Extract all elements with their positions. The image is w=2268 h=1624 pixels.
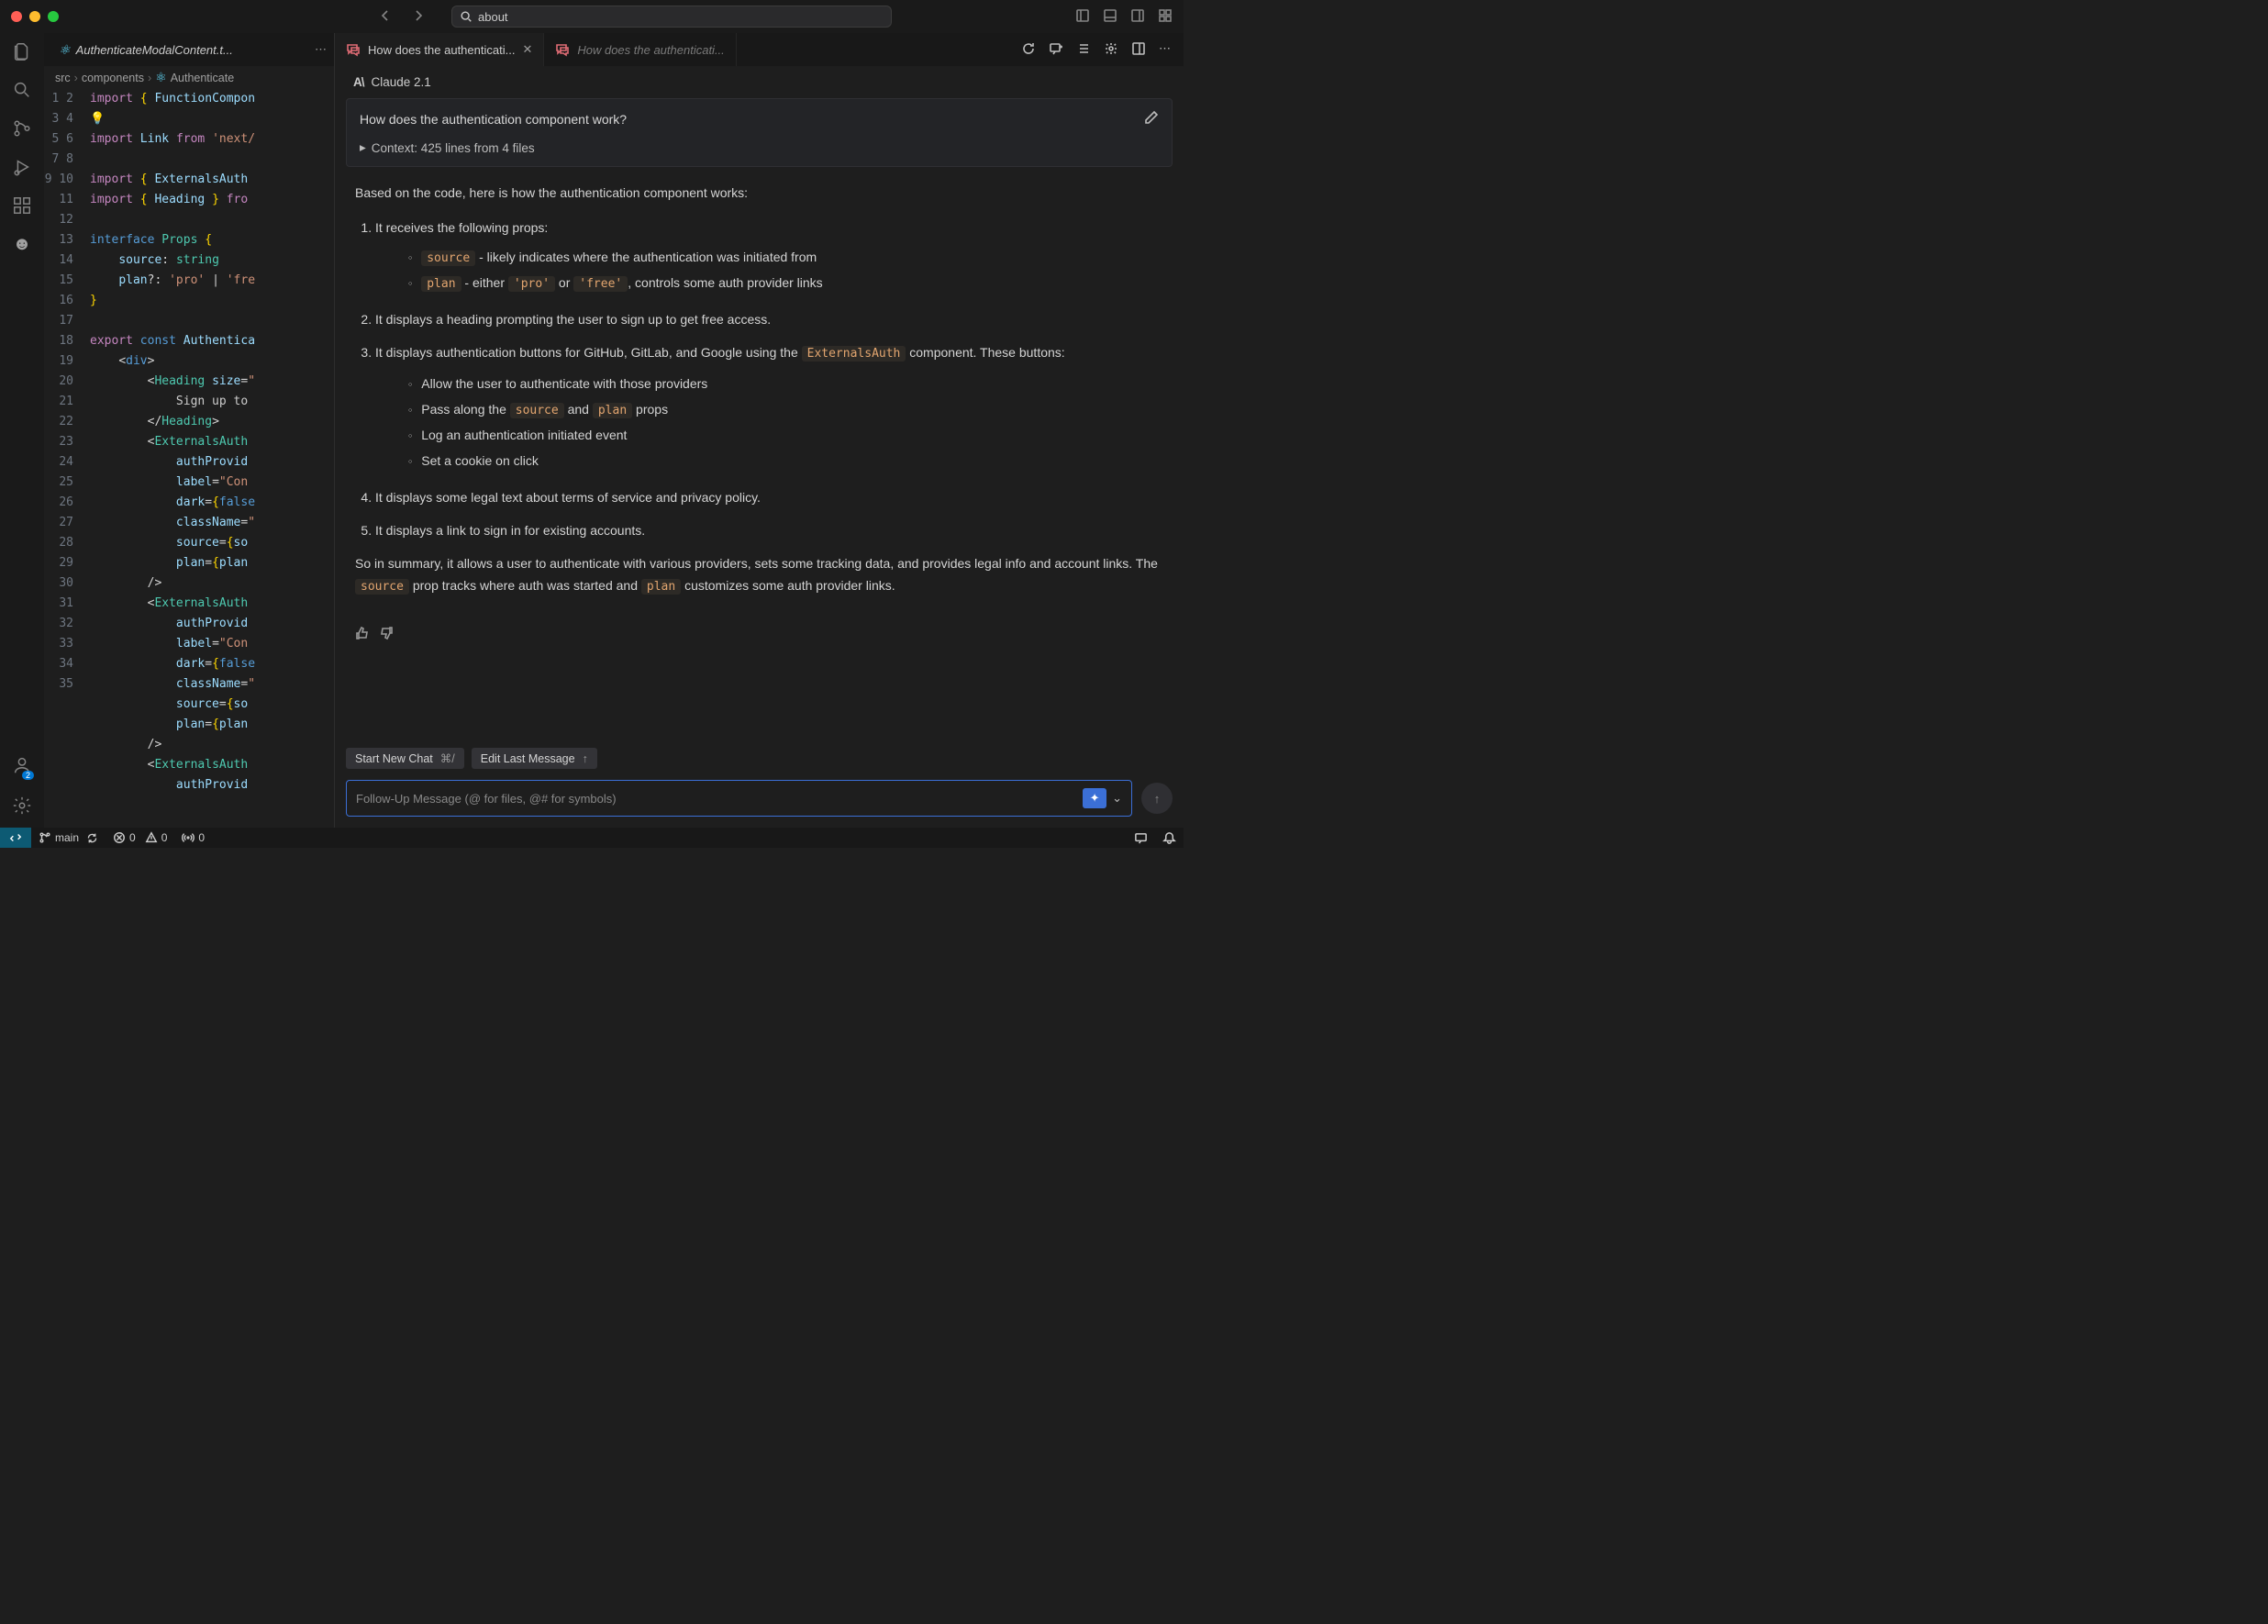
context-text: Context: 425 lines from 4 files <box>372 141 535 155</box>
react-icon: ⚛ <box>155 70 167 85</box>
chat-icon <box>346 42 361 57</box>
layout-customize-icon[interactable] <box>1158 8 1173 26</box>
editor-tab-bar: ⚛ AuthenticateModalContent.t... ⋯ <box>44 33 334 66</box>
edit-icon[interactable] <box>1144 110 1159 128</box>
list-icon[interactable] <box>1076 41 1091 59</box>
answer-li1: It receives the following props: source … <box>375 217 1163 297</box>
explorer-icon[interactable] <box>11 40 33 62</box>
edit-last-message-button[interactable]: Edit Last Message ↑ <box>472 748 597 769</box>
layout-bottom-icon[interactable] <box>1103 8 1117 26</box>
minimize-window[interactable] <box>29 11 40 22</box>
chevron-down-icon[interactable]: ⌄ <box>1112 791 1122 806</box>
cody-icon[interactable]: ☻ <box>11 233 33 255</box>
input-row: Follow-Up Message (@ for files, @# for s… <box>335 773 1184 828</box>
command-center-search[interactable]: about <box>451 6 892 28</box>
send-button[interactable]: ↑ <box>1141 783 1173 814</box>
extensions-icon[interactable] <box>11 195 33 217</box>
search-icon[interactable] <box>11 79 33 101</box>
code-editor[interactable]: 1 2 3 4 5 6 7 8 9 10 11 12 13 14 15 16 1… <box>44 89 334 828</box>
run-debug-icon[interactable] <box>11 156 33 178</box>
answer-li5: It displays a link to sign in for existi… <box>375 519 1163 541</box>
chat-icon <box>555 42 570 57</box>
react-icon: ⚛ <box>59 42 71 58</box>
nav-back-icon[interactable] <box>378 8 393 26</box>
assistant-answer: Based on the code, here is how the authe… <box>335 167 1184 626</box>
new-chat-icon[interactable] <box>1049 41 1063 59</box>
nav-forward-icon[interactable] <box>411 8 426 26</box>
chat-column: How does the authenticati... ✕ How does … <box>335 33 1184 828</box>
gear-icon[interactable] <box>1104 41 1118 59</box>
code-content: import { FunctionCompon 💡 import Link fr… <box>90 89 334 828</box>
action-row: Start New Chat ⌘/ Edit Last Message ↑ <box>335 744 1184 773</box>
answer-li2: It displays a heading prompting the user… <box>375 308 1163 330</box>
chat-tab-bar: How does the authenticati... ✕ How does … <box>335 33 1184 66</box>
titlebar: about <box>0 0 1184 33</box>
chat-tab-label: How does the authenticati... <box>577 43 724 57</box>
settings-gear-icon[interactable] <box>11 795 33 817</box>
start-new-chat-button[interactable]: Start New Chat ⌘/ <box>346 748 464 769</box>
breadcrumb[interactable]: src › components › ⚛ Authenticate <box>44 66 334 89</box>
answer-li4: It displays some legal text about terms … <box>375 486 1163 508</box>
editor-tab-authenticate[interactable]: ⚛ AuthenticateModalContent.t... <box>51 33 240 66</box>
layout-left-icon[interactable] <box>1075 8 1090 26</box>
nav-arrows <box>378 8 426 26</box>
breadcrumb-file: Authenticate <box>171 72 235 84</box>
breadcrumb-components: components <box>82 72 144 84</box>
titlebar-actions <box>1075 8 1173 26</box>
answer-summary: So in summary, it allows a user to authe… <box>355 552 1163 598</box>
sync-icon[interactable] <box>86 832 98 844</box>
line-gutter: 1 2 3 4 5 6 7 8 9 10 11 12 13 14 15 16 1… <box>44 89 90 828</box>
search-icon <box>460 10 472 23</box>
chat-tab-label: How does the authenticati... <box>368 43 515 57</box>
sparkle-button[interactable]: ✦ <box>1083 788 1106 808</box>
caret-right-icon: ▸ <box>360 140 366 155</box>
accounts-icon[interactable]: 2 <box>12 755 32 778</box>
account-badge: 2 <box>22 771 34 780</box>
more-icon[interactable]: ⋯ <box>1159 41 1171 59</box>
close-window[interactable] <box>11 11 22 22</box>
problems[interactable]: 0 0 <box>106 831 174 844</box>
chat-body: A\ Claude 2.1 How does the authenticatio… <box>335 66 1184 744</box>
statusbar: main 0 0 0 <box>0 828 1184 848</box>
window-controls <box>11 11 59 22</box>
answer-intro: Based on the code, here is how the authe… <box>355 182 1163 204</box>
user-question-text: How does the authentication component wo… <box>360 112 627 127</box>
breadcrumb-src: src <box>55 72 71 84</box>
source-control-icon[interactable] <box>11 117 33 139</box>
chat-toolbar: ⋯ <box>1021 41 1184 59</box>
model-indicator: A\ Claude 2.1 <box>335 66 1184 93</box>
close-tab-icon[interactable]: ✕ <box>522 42 532 57</box>
feedback-row <box>335 626 1184 651</box>
anthropic-icon: A\ <box>353 75 364 89</box>
git-branch[interactable]: main <box>31 831 106 844</box>
chat-tab-active[interactable]: How does the authenticati... ✕ <box>335 33 544 66</box>
user-question-block: How does the authentication component wo… <box>346 98 1173 167</box>
activity-bar: ☻ 2 <box>0 33 44 828</box>
answer-li3: It displays authentication buttons for G… <box>375 341 1163 475</box>
editor-tab-more-icon[interactable]: ⋯ <box>315 42 327 57</box>
feedback-icon[interactable] <box>1127 831 1155 845</box>
followup-input[interactable]: Follow-Up Message (@ for files, @# for s… <box>346 780 1132 817</box>
editor-tab-label: AuthenticateModalContent.t... <box>76 43 233 57</box>
remote-indicator[interactable] <box>0 828 31 848</box>
maximize-window[interactable] <box>48 11 59 22</box>
thumbs-down-icon[interactable] <box>379 626 394 643</box>
followup-placeholder: Follow-Up Message (@ for files, @# for s… <box>356 792 617 806</box>
notifications-icon[interactable] <box>1155 831 1184 845</box>
search-input-value: about <box>478 10 508 24</box>
editor-column: ⚛ AuthenticateModalContent.t... ⋯ src › … <box>44 33 335 828</box>
ports[interactable]: 0 <box>174 831 212 844</box>
thumbs-up-icon[interactable] <box>355 626 370 643</box>
context-toggle[interactable]: ▸ Context: 425 lines from 4 files <box>360 140 1159 155</box>
layout-right-icon[interactable] <box>1130 8 1145 26</box>
chat-tab-inactive[interactable]: How does the authenticati... <box>544 33 736 66</box>
model-name: Claude 2.1 <box>372 75 431 89</box>
main-area: ☻ 2 ⚛ AuthenticateModalContent.t... ⋯ sr… <box>0 33 1184 828</box>
split-right-icon[interactable] <box>1131 41 1146 59</box>
reload-icon[interactable] <box>1021 41 1036 59</box>
